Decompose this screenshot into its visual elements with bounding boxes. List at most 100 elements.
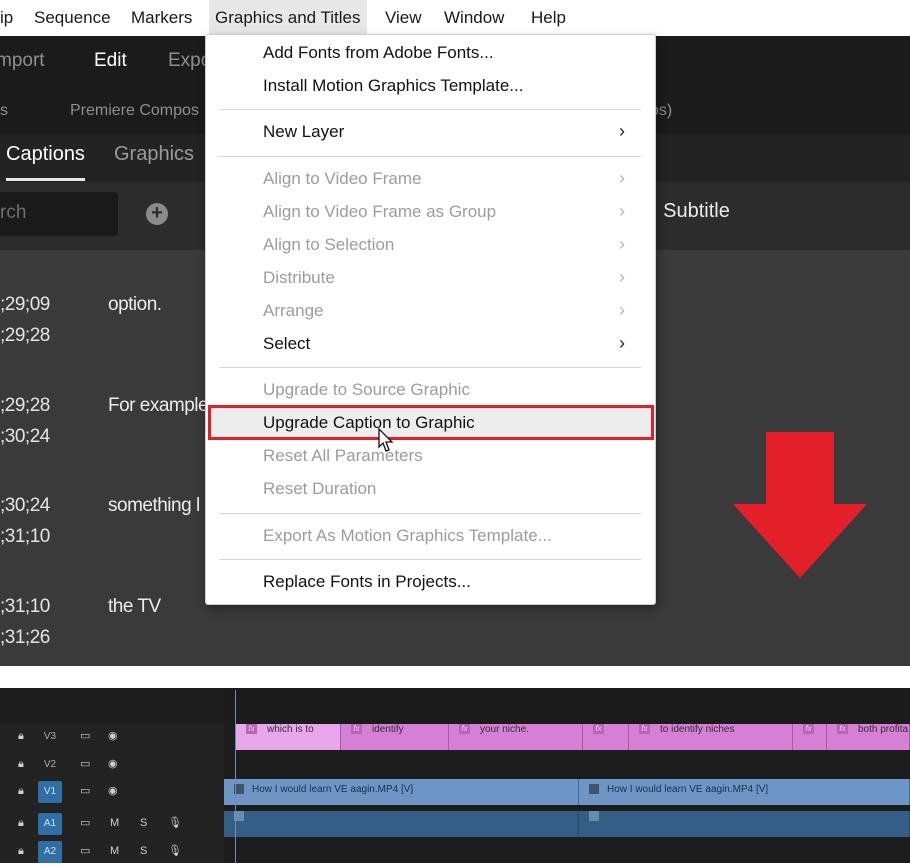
search-placeholder: rch xyxy=(0,202,27,223)
timeline-ruler[interactable] xyxy=(224,688,910,724)
sync-icon[interactable]: ▭ xyxy=(80,729,90,742)
graphic-clip[interactable]: fx which is to xyxy=(236,724,341,750)
track-v1: 🔒︎ V1 ▭ ◉ How I would learn VE aagin.MP4… xyxy=(0,779,910,805)
graphic-clip[interactable]: fx to identify niches xyxy=(629,724,793,750)
track-label-v2[interactable]: V2 xyxy=(38,754,62,776)
menu-markers[interactable]: Markers xyxy=(125,0,198,36)
caption-text[interactable]: For example xyxy=(108,395,209,417)
graphic-clip[interactable]: fx xyxy=(793,724,827,750)
video-clip[interactable]: How I would learn VE aagin.MP4 [V] xyxy=(579,779,910,805)
menu-item-upgrade-to-source-graphic[interactable]: Upgrade to Source Graphic xyxy=(263,380,470,400)
eye-icon[interactable]: ◉ xyxy=(108,757,118,770)
video-clip[interactable]: How I would learn VE aagin.MP4 [V] xyxy=(224,779,579,805)
fx-icon: fx xyxy=(593,724,604,735)
track-v2: 🔒︎ V2 ▭ ◉ xyxy=(0,752,910,778)
graphics-and-titles-menu: Add Fonts from Adobe Fonts... Install Mo… xyxy=(205,34,656,605)
track-label-a1[interactable]: A1 xyxy=(38,813,62,835)
microphone-icon[interactable]: 🎙︎ xyxy=(168,816,182,829)
track-label-v3[interactable]: V3 xyxy=(38,726,62,748)
breadcrumb-premiere-compos[interactable]: Premiere Compos xyxy=(70,88,199,134)
tab-captions[interactable]: Captions xyxy=(6,134,85,181)
chevron-right-icon: › xyxy=(619,300,625,320)
caption-text[interactable]: the TV xyxy=(108,596,161,618)
menu-window[interactable]: Window xyxy=(438,0,510,36)
menu-item-align-to-video-frame[interactable]: Align to Video Frame xyxy=(263,169,421,189)
breadcrumb-item[interactable]: s xyxy=(0,88,8,134)
caption-text[interactable]: something l xyxy=(108,495,200,517)
eye-icon[interactable]: ◉ xyxy=(108,784,118,797)
menu-item-reset-duration[interactable]: Reset Duration xyxy=(263,479,376,499)
fx-icon: fx xyxy=(837,724,848,735)
menu-item-replace-fonts[interactable]: Replace Fonts in Projects... xyxy=(263,572,471,592)
graphic-clip[interactable]: fx xyxy=(583,724,629,750)
menu-item-reset-all-parameters[interactable]: Reset All Parameters xyxy=(263,446,423,466)
fx-icon: fx xyxy=(639,724,650,735)
menu-item-arrange[interactable]: Arrange xyxy=(263,301,323,321)
lock-icon[interactable]: 🔒︎ xyxy=(18,785,24,798)
menu-item-align-to-selection[interactable]: Align to Selection xyxy=(263,235,394,255)
caption-text[interactable]: option. xyxy=(108,294,162,316)
caption-timecode-out: ;29;28 xyxy=(0,325,50,346)
sync-icon[interactable]: ▭ xyxy=(80,784,90,797)
menu-item-export-mogrt[interactable]: Export As Motion Graphics Template... xyxy=(263,526,552,546)
eye-icon[interactable]: ◉ xyxy=(108,729,118,742)
lock-icon[interactable]: 🔒︎ xyxy=(18,845,24,858)
tab-edit[interactable]: Edit xyxy=(94,36,127,88)
sync-icon[interactable]: ▭ xyxy=(80,757,90,770)
divider xyxy=(0,666,910,688)
clip-icon xyxy=(589,811,599,822)
lock-icon[interactable]: 🔒︎ xyxy=(18,817,24,830)
fx-icon: fx xyxy=(459,724,470,735)
menu-item-new-layer[interactable]: New Layer xyxy=(263,122,344,142)
menu-view[interactable]: View xyxy=(379,0,428,36)
microphone-icon[interactable]: 🎙︎ xyxy=(168,844,182,857)
track-a1: 🔒︎ A1 ▭ M S 🎙︎ xyxy=(0,811,910,837)
cursor-icon xyxy=(378,428,394,452)
chevron-right-icon: › xyxy=(619,121,625,141)
menu-item-install-mogrt[interactable]: Install Motion Graphics Template... xyxy=(263,76,523,96)
mute-button[interactable]: M xyxy=(110,845,119,857)
caption-timecode-out: ;31;10 xyxy=(0,526,50,547)
add-caption-icon[interactable]: + xyxy=(146,203,168,225)
caption-timecode-in: ;29;09 xyxy=(0,294,50,315)
fx-icon: fx xyxy=(246,724,257,735)
mute-button[interactable]: M xyxy=(110,817,119,829)
menu-item-add-fonts[interactable]: Add Fonts from Adobe Fonts... xyxy=(263,43,494,63)
track-label: : Subtitle xyxy=(652,200,730,222)
track-label-a2[interactable]: A2 xyxy=(38,841,62,863)
track-a2: 🔒︎ A2 ▭ M S 🎙︎ xyxy=(0,839,910,865)
playhead[interactable] xyxy=(235,690,236,863)
tab-graphics[interactable]: Graphics xyxy=(114,134,194,178)
fx-icon: fx xyxy=(351,724,362,735)
lock-icon[interactable]: 🔒︎ xyxy=(18,758,24,771)
menu-item-select[interactable]: Select xyxy=(263,334,310,354)
menu-separator xyxy=(219,367,641,368)
track-label-v1[interactable]: V1 xyxy=(38,781,62,803)
graphic-clip[interactable]: fx both profita xyxy=(827,724,910,750)
audio-clip[interactable] xyxy=(224,811,579,837)
caption-timecode-in: ;31;10 xyxy=(0,596,50,617)
graphic-clip[interactable]: fx identify xyxy=(341,724,449,750)
graphic-clip[interactable]: fx your niche. xyxy=(449,724,583,750)
solo-button[interactable]: S xyxy=(140,817,147,829)
menu-item-align-to-video-frame-group[interactable]: Align to Video Frame as Group xyxy=(263,202,496,222)
menu-separator xyxy=(219,156,641,157)
chevron-right-icon: › xyxy=(619,333,625,353)
audio-clip[interactable] xyxy=(579,811,910,837)
sync-icon[interactable]: ▭ xyxy=(80,816,90,829)
menu-graphics-and-titles[interactable]: Graphics and Titles xyxy=(209,0,367,36)
sync-icon[interactable]: ▭ xyxy=(80,844,90,857)
menu-sequence[interactable]: Sequence xyxy=(28,0,117,36)
menu-clip[interactable]: ip xyxy=(0,0,19,36)
chevron-right-icon: › xyxy=(619,234,625,254)
menu-item-distribute[interactable]: Distribute xyxy=(263,268,335,288)
lock-icon[interactable]: 🔒︎ xyxy=(18,730,24,743)
chevron-right-icon: › xyxy=(619,201,625,221)
chevron-right-icon: › xyxy=(619,168,625,188)
caption-timecode-in: ;29;28 xyxy=(0,395,50,416)
clip-icon xyxy=(589,784,599,795)
solo-button[interactable]: S xyxy=(140,845,147,857)
menu-help[interactable]: Help xyxy=(525,0,572,36)
menu-separator xyxy=(219,109,641,110)
tab-import[interactable]: mport xyxy=(0,36,45,88)
